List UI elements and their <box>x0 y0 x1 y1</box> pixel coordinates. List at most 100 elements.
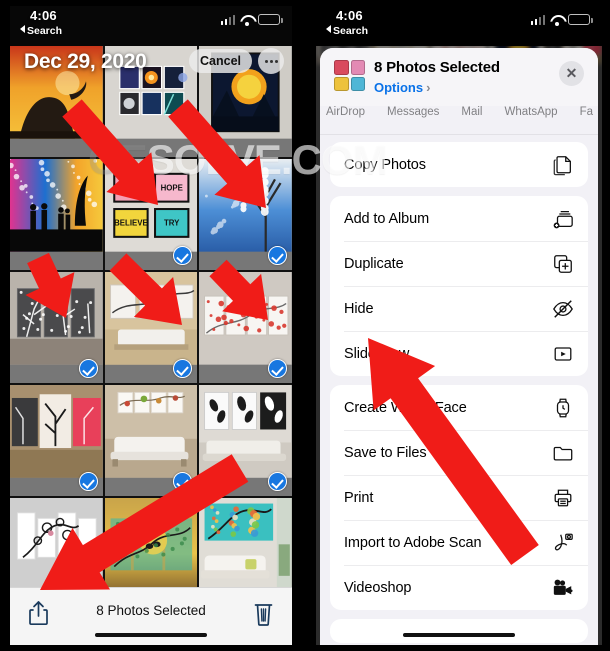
top-action-buttons: Cancel <box>189 48 284 74</box>
photos-grid-screen: DREAM HOPE BELIEVE TRY <box>10 6 292 645</box>
menu-card: Create Watch Face Save to Files Print Impor… <box>330 385 588 610</box>
right-status-bar: 4:06 Search <box>316 6 602 46</box>
wifi-icon <box>240 15 253 26</box>
ellipsis-icon[interactable] <box>258 48 284 74</box>
menu-item-label: Print <box>344 489 374 506</box>
photo-sofa-circles-art[interactable] <box>104 385 198 496</box>
back-label: Search <box>27 25 63 37</box>
cancel-button[interactable]: Cancel <box>189 49 252 73</box>
play-box-icon <box>552 343 574 365</box>
svg-text:DREAM: DREAM <box>116 184 145 193</box>
back-triangle-icon <box>326 25 331 33</box>
share-sheet-title: 8 Photos Selected <box>374 59 500 76</box>
back-to-search-link[interactable]: Search <box>20 25 62 37</box>
folder-icon <box>552 442 574 464</box>
options-link[interactable]: Options › <box>374 80 430 95</box>
menu-item-add-to-album[interactable]: Add to Album <box>330 196 588 241</box>
left-phone-screen: DREAM HOPE BELIEVE TRY 4:06 Search Dec 29, … <box>10 6 292 645</box>
menu-item-copy-photos[interactable]: Copy Photos <box>330 142 588 187</box>
share-app-label[interactable]: Fa <box>580 106 593 118</box>
menu-item-print[interactable]: Print <box>330 475 588 520</box>
selected-check-icon <box>267 359 287 378</box>
menu-card-partial <box>330 619 588 643</box>
menu-item-label: Import to Adobe Scan <box>344 534 482 551</box>
duplicate-plus-icon <box>552 253 574 275</box>
share-sheet: 8 Photos Selected Options › ✕ AirDrop Mess… <box>320 48 598 645</box>
eye-slash-icon <box>552 298 574 320</box>
svg-text:BELIEVE: BELIEVE <box>114 219 148 228</box>
wifi-icon <box>550 15 563 26</box>
menu-item-cutoff[interactable] <box>330 619 588 643</box>
chevron-right-icon: › <box>426 80 431 95</box>
watch-icon <box>552 397 574 419</box>
copy-documents-icon <box>552 154 574 176</box>
photos-grid[interactable]: DREAM HOPE BELIEVE TRY <box>10 46 292 645</box>
share-app-label[interactable]: WhatsApp <box>505 106 558 118</box>
share-app-label[interactable]: AirDrop <box>326 106 365 118</box>
back-triangle-icon <box>20 25 25 33</box>
menu-item-slideshow[interactable]: Slideshow <box>330 331 588 376</box>
photo-couple-silhouette[interactable] <box>10 159 103 270</box>
selected-check-icon <box>78 472 98 491</box>
menu-item-duplicate[interactable]: Duplicate <box>330 241 588 286</box>
close-x-icon[interactable]: ✕ <box>559 61 584 86</box>
cellular-bars-icon <box>220 14 235 25</box>
left-status-bar: 4:06 Search <box>10 6 292 46</box>
left-phone-panel: DREAM HOPE BELIEVE TRY 4:06 Search Dec 29, … <box>0 0 300 651</box>
menu-item-label: Duplicate <box>344 255 404 272</box>
photo-red-blossom-panels[interactable] <box>199 272 292 383</box>
menu-item-create-watch-face[interactable]: Create Watch Face <box>330 385 588 430</box>
menu-item-label: Videoshop <box>344 579 412 596</box>
share-sheet-menu[interactable]: Copy Photos Add to Album Duplicate Hide Slid… <box>320 136 598 645</box>
svg-text:TRY: TRY <box>164 219 180 228</box>
selection-toolbar: 8 Photos Selected <box>10 587 292 645</box>
sheet-divider <box>320 134 598 135</box>
menu-item-label: Hide <box>344 300 374 317</box>
back-to-search-link[interactable]: Search <box>326 25 368 37</box>
photo-dream-hope-believe-try[interactable]: DREAM HOPE BELIEVE TRY <box>104 159 198 270</box>
status-indicators <box>220 14 283 26</box>
photo-tree-panel-pink[interactable] <box>10 385 103 496</box>
right-phone-screen: 4:06 Search 8 Photos Selected Options› <box>316 6 602 645</box>
back-label: Search <box>333 25 369 37</box>
right-phone-panel: 4:06 Search 8 Photos Selected Options› <box>310 0 610 651</box>
selected-check-icon <box>267 246 287 265</box>
menu-item-hide[interactable]: Hide <box>330 286 588 331</box>
screenshot-root: DREAM HOPE BELIEVE TRY 4:06 Search Dec 29, … <box>0 0 610 651</box>
menu-item-label: Create Watch Face <box>344 399 467 416</box>
cellular-bars-icon <box>530 14 545 25</box>
adobe-scan-icon <box>552 532 574 554</box>
selected-check-icon <box>267 472 287 491</box>
video-camera-icon <box>552 577 574 599</box>
menu-card: Add to Album Duplicate Hide Slideshow <box>330 196 588 376</box>
menu-card: Copy Photos <box>330 142 588 187</box>
selection-count-label: 8 Photos Selected <box>96 603 206 618</box>
options-label: Options <box>374 80 424 95</box>
status-time: 4:06 <box>30 8 57 23</box>
battery-icon <box>568 14 593 25</box>
photo-thumbnail <box>10 159 103 270</box>
share-app-label[interactable]: Mail <box>461 106 482 118</box>
status-indicators <box>530 14 593 26</box>
photo-grey-branch-triptych[interactable] <box>10 272 103 383</box>
menu-item-label: Save to Files <box>344 444 427 461</box>
home-indicator <box>403 632 515 637</box>
printer-icon <box>552 487 574 509</box>
menu-item-save-to-files[interactable]: Save to Files <box>330 430 588 475</box>
menu-item-label: Slideshow <box>344 345 410 362</box>
photo-birds-on-branch[interactable] <box>104 272 198 383</box>
menu-item-label: Add to Album <box>344 210 430 227</box>
status-time: 4:06 <box>336 8 363 23</box>
selected-check-icon <box>78 359 98 378</box>
menu-item-videoshop[interactable]: Videoshop <box>330 565 588 610</box>
trash-icon[interactable] <box>253 601 274 626</box>
menu-item-import-to-adobe-scan[interactable]: Import to Adobe Scan <box>330 520 588 565</box>
photo-black-white-leaves[interactable] <box>199 385 292 496</box>
photo-white-blossom-tree[interactable] <box>199 159 292 270</box>
share-app-row[interactable]: AirDrop Messages Mail WhatsApp Fa <box>320 106 598 134</box>
share-app-label[interactable]: Messages <box>387 106 439 118</box>
svg-text:HOPE: HOPE <box>160 184 182 193</box>
add-to-album-icon <box>552 208 574 230</box>
home-indicator <box>95 632 207 637</box>
menu-item-label: Copy Photos <box>344 156 426 173</box>
